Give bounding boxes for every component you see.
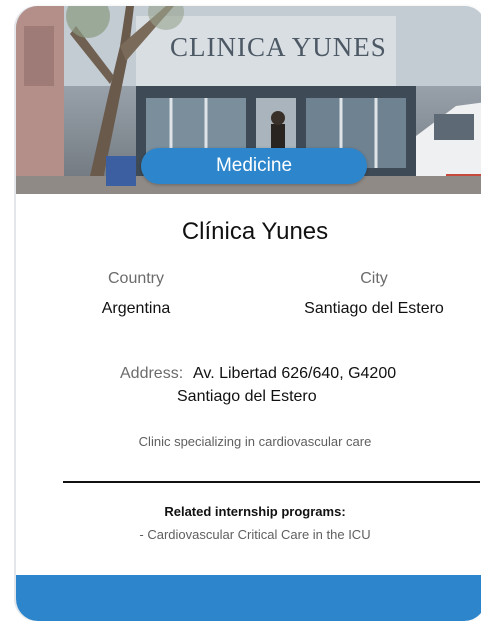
related-programs-heading: Related internship programs: bbox=[164, 504, 346, 519]
related-program-item[interactable]: - Cardiovascular Critical Care in the IC… bbox=[16, 527, 481, 542]
city-label: City bbox=[360, 270, 388, 287]
section-divider bbox=[63, 481, 480, 483]
city-value: Santiago del Estero bbox=[304, 300, 444, 317]
category-badge[interactable]: Medicine bbox=[141, 148, 367, 184]
card-footer-bar[interactable] bbox=[16, 575, 481, 621]
country-value: Argentina bbox=[101, 300, 171, 317]
clinic-title: Clínica Yunes bbox=[181, 218, 329, 245]
clinic-card[interactable]: CLINICA YUNES Medicine Clínica Yunes Cou… bbox=[16, 6, 481, 621]
country-label: Country bbox=[107, 270, 165, 287]
clinic-description: Clinic specializing in cardiovascular ca… bbox=[138, 434, 372, 449]
clinic-photo: CLINICA YUNES Medicine bbox=[16, 6, 481, 194]
clinic-sign-text: CLINICA YUNES bbox=[170, 32, 387, 62]
address-line-1: Av. Libertad 626/640, G4200 bbox=[193, 365, 397, 382]
address-line-2: Santiago del Estero bbox=[177, 388, 317, 405]
address-label: Address: bbox=[120, 365, 184, 382]
